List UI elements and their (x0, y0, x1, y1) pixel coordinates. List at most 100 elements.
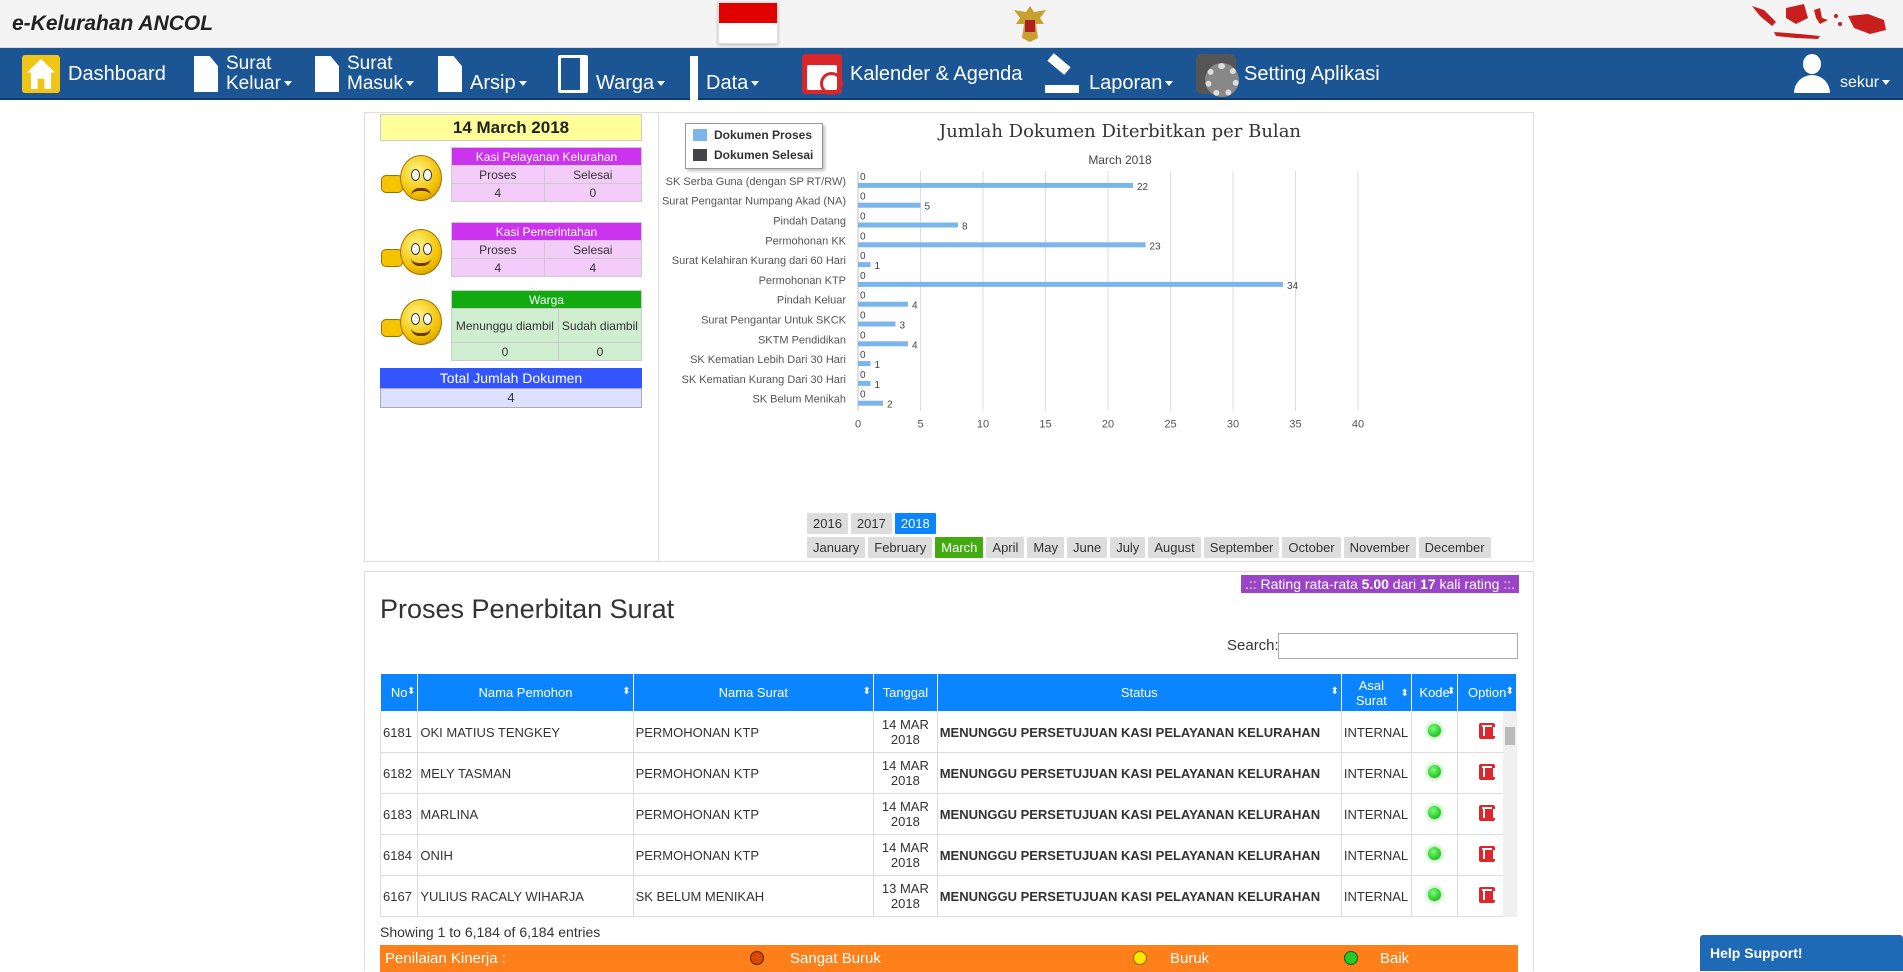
table-scrollbar[interactable] (1503, 711, 1517, 917)
month-button-june[interactable]: June (1066, 537, 1108, 558)
nav-surat-keluar-label-2: Keluar (226, 73, 281, 94)
bar-proses (858, 380, 871, 386)
book-icon (558, 55, 588, 93)
trash-icon[interactable] (1479, 763, 1496, 780)
table-row[interactable]: 6183 MARLINA PERMOHONAN KTP 14 MAR 2018 MENUN… (379, 793, 1517, 835)
month-button-september[interactable]: September (1203, 537, 1280, 558)
tanggal-day: 14 MAR (881, 717, 929, 732)
nav-kalender[interactable]: Kalender & Agenda (802, 48, 1022, 100)
perf-opt-sangat-buruk[interactable]: Sangat Buruk (790, 950, 881, 967)
kasi-pelayanan-title: Kasi Pelayanan Kelurahan (451, 147, 642, 166)
bar-value-label-selesai: 0 (860, 271, 866, 282)
month-button-january[interactable]: January (807, 537, 866, 558)
nav-warga[interactable]: Warga (558, 48, 666, 100)
status-green-dot-icon (1428, 806, 1442, 819)
nav-surat-masuk[interactable]: Surat Masuk (315, 48, 414, 100)
table-row[interactable]: 6184 ONIH PERMOHONAN KTP 14 MAR 2018 MENUNGGU… (379, 834, 1517, 876)
thumbs-up-smiley-icon (380, 297, 442, 349)
th-label: Asal Surat (1355, 677, 1387, 708)
th-no[interactable]: No ⬍ (379, 673, 419, 712)
th-tanggal[interactable]: Tanggal (873, 673, 938, 712)
col-sudah: Sudah diambil (557, 308, 643, 343)
nav-setting[interactable]: Setting Aplikasi (1196, 48, 1380, 100)
nav-surat-masuk-label-1: Surat (347, 53, 393, 74)
nav-surat-keluar[interactable]: Surat Keluar (194, 48, 292, 100)
bar-value-label-proses: 1 (875, 261, 881, 272)
bar-proses (858, 222, 958, 228)
th-asal-surat[interactable]: Asal Surat ⬍ (1340, 673, 1412, 712)
bar-value-label-selesai: 0 (860, 370, 866, 381)
nav-arsip-label: Arsip (470, 71, 516, 94)
legend-label: Dokumen Proses (714, 128, 813, 142)
year-button-2018[interactable]: 2018 (894, 513, 936, 534)
tanggal-year: 2018 (890, 855, 920, 870)
col-proses: Proses (451, 240, 545, 259)
th-label: Nama Pemohon (478, 685, 573, 700)
trash-icon[interactable] (1479, 886, 1496, 903)
bar-value-label-proses: 2 (887, 400, 893, 411)
sort-icon: ⬍ (862, 686, 872, 697)
nav-surat-keluar-label-1: Surat (226, 53, 272, 74)
rating-baik-radio[interactable] (1344, 951, 1358, 965)
category-label: SK Kematian Kurang Dari 30 Hari (682, 374, 846, 386)
trash-icon[interactable] (1479, 722, 1496, 739)
year-button-2016[interactable]: 2016 (807, 513, 848, 534)
table-row[interactable]: 6182 MELY TASMAN PERMOHONAN KTP 14 MAR 2018 M… (379, 752, 1517, 794)
legend-item-selesai[interactable]: Dokumen Selesai (693, 146, 822, 164)
month-button-may[interactable]: May (1027, 537, 1064, 558)
perf-opt-baik[interactable]: Baik (1380, 950, 1409, 967)
bar-proses (858, 262, 871, 268)
cell-tanggal: 14 MAR 2018 (873, 793, 938, 835)
chart-legend[interactable]: Dokumen Proses Dokumen Selesai (685, 123, 823, 169)
rating-buruk-radio[interactable] (1133, 951, 1147, 965)
rating-sangat-buruk-radio[interactable] (750, 951, 764, 965)
section-title: Proses Penerbitan Surat (380, 594, 675, 624)
th-nama-surat[interactable]: Nama Surat ⬍ (632, 673, 875, 712)
nav-laporan[interactable]: Laporan (1045, 48, 1174, 100)
category-label: Pindah Datang (773, 216, 846, 228)
month-button-october[interactable]: October (1282, 537, 1341, 558)
month-button-december[interactable]: December (1418, 537, 1491, 558)
nav-laporan-label: Laporan (1089, 71, 1163, 94)
nav-user[interactable]: sekur (1792, 48, 1891, 100)
month-button-february[interactable]: February (868, 537, 933, 558)
year-button-2017[interactable]: 2017 (850, 513, 892, 534)
cell-tanggal: 14 MAR 2018 (873, 711, 938, 753)
rating-count: 17 (1420, 576, 1436, 592)
th-option[interactable]: Option ⬍ (1457, 673, 1517, 712)
app-title: e-Kelurahan ANCOL (12, 12, 214, 35)
search-input[interactable] (1278, 633, 1518, 659)
indonesia-flag-icon (718, 2, 778, 44)
month-button-august[interactable]: August (1148, 537, 1201, 558)
sort-icon: ⬍ (1400, 688, 1409, 699)
trash-icon[interactable] (1479, 845, 1496, 862)
bar-value-label-proses: 8 (962, 222, 968, 233)
chevron-down-icon (1165, 80, 1174, 86)
sort-icon: ⬍ (1505, 686, 1514, 697)
table-row[interactable]: 6181 OKI MATIUS TENGKEY PERMOHONAN KTP 14 M… (379, 711, 1517, 753)
legend-item-proses[interactable]: Dokumen Proses (693, 126, 822, 144)
category-label: SK Belum Menikah (752, 394, 846, 406)
nav-arsip[interactable]: Arsip (438, 48, 527, 100)
th-nama-pemohon[interactable]: Nama Pemohon ⬍ (417, 673, 634, 712)
th-kode[interactable]: Kode ⬍ (1410, 673, 1459, 712)
category-label: Pindah Keluar (777, 295, 846, 307)
x-tick-label: 10 (977, 419, 989, 431)
cell-status: MENUNGGU PERSETUJUAN KASI PELAYANAN KELU… (936, 752, 1342, 794)
bar-value-label-proses: 3 (900, 321, 906, 332)
month-button-november[interactable]: November (1343, 537, 1416, 558)
cell-no: 6183 (379, 793, 419, 835)
bar-value-label-selesai: 0 (860, 291, 866, 302)
help-support-button[interactable]: Help Support! (1700, 935, 1903, 971)
nav-data[interactable]: Data (690, 48, 760, 132)
nav-dashboard[interactable]: Dashboard (22, 48, 166, 100)
perf-opt-buruk[interactable]: Buruk (1170, 950, 1209, 967)
cell-nama: ONIH (417, 834, 634, 876)
trash-icon[interactable] (1479, 804, 1496, 821)
table-row[interactable]: 6167 YULIUS RACALY WIHARJA SK BELUM MENIKA… (379, 875, 1517, 917)
th-status[interactable]: Status ⬍ (936, 673, 1342, 712)
month-button-july[interactable]: July (1110, 537, 1146, 558)
month-button-march[interactable]: March (935, 537, 984, 558)
month-button-april[interactable]: April (986, 537, 1025, 558)
bar-value-label-proses: 1 (875, 360, 881, 371)
